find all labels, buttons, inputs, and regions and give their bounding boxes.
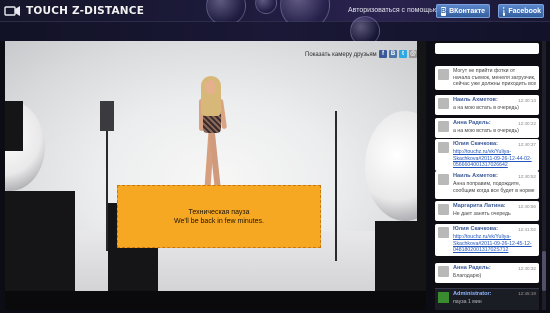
chat-message (435, 43, 539, 54)
message-time: 12:40:32 (518, 266, 536, 271)
avatar (438, 98, 449, 109)
logo[interactable]: TOUCH Z-DISTANCE (4, 4, 144, 18)
logo-icon (4, 4, 22, 18)
model-face (205, 80, 216, 94)
pause-subtitle: We'll be back in few minutes. (174, 217, 264, 225)
chat-message: Анна Радель: 12:40:32 Благодарю) (435, 263, 539, 283)
avatar (438, 69, 449, 80)
message-author[interactable]: Юлия Скачкова: (453, 141, 498, 148)
avatar (438, 266, 449, 277)
chat-message: Наиль Ахметов: 12:40:13 а на мою встать … (435, 95, 539, 115)
light-stand-right (335, 111, 337, 261)
top-bar: TOUCH Z-DISTANCE Авторизоваться с помощь… (0, 0, 550, 30)
message-time: 12:40:22 (518, 121, 536, 126)
vk-login-label: ВКонтакте (449, 7, 486, 15)
chat-panel: Могут не прийти фотки от начала съемок, … (432, 41, 546, 310)
facebook-icon[interactable]: f (379, 50, 387, 58)
message-time: 12:40:56 (518, 204, 536, 209)
message-time: 12:40:13 (518, 98, 536, 103)
message-body: а на мою встать в очередь) (453, 105, 519, 111)
header-band (0, 16, 550, 46)
message-time: 12:41:02 (518, 227, 536, 232)
message-body: Благодарю) (453, 273, 482, 279)
message-author[interactable]: Анна Радель: (453, 120, 491, 127)
twitter-icon[interactable]: t (399, 50, 407, 58)
message-time: 12:40:52 (518, 174, 536, 179)
avatar (438, 174, 449, 185)
message-author[interactable]: Маргарита Латина: (453, 203, 506, 210)
technical-pause-notice: Техническая пауза We'll be back in few m… (117, 185, 321, 248)
equipment-right-edge (417, 41, 426, 291)
avatar (438, 204, 449, 215)
message-link[interactable]: http://touchz.ru/vk/Yuliya- Skachkova#20… (453, 149, 537, 169)
message-author[interactable]: Наиль Ахметов: (453, 97, 498, 104)
avatar (438, 142, 449, 153)
chat-message: Анна Радель: 12:40:22 а на мою встать в … (435, 118, 539, 138)
video-stream[interactable]: Показать камеру друзьям f B t @ Техничес… (5, 41, 426, 291)
equipment-left-top (5, 101, 23, 151)
email-icon[interactable]: @ (409, 50, 417, 58)
show-camera-to-friends-link[interactable]: Показать камеру друзьям (305, 51, 377, 59)
pause-title: Техническая пауза (188, 208, 250, 216)
vk-icon[interactable]: B (389, 50, 397, 58)
login-prompt: Авторизоваться с помощью (348, 7, 439, 14)
chat-scrollbar[interactable] (542, 41, 546, 310)
message-time: 12:45:19 (518, 291, 536, 296)
vk-icon: В (441, 6, 447, 16)
message-author[interactable]: Юлия Скачкова: (453, 226, 498, 233)
message-link[interactable]: http://touchz.ru/vk/Yuliya- Skachkova#20… (453, 234, 537, 254)
message-author: Administrator: (453, 291, 492, 297)
facebook-icon: f (503, 6, 506, 16)
chat-message: Юлия Скачкова: 12:40:37 http://touchz.ru… (435, 139, 539, 171)
avatar (438, 121, 449, 132)
message-body: Могут не прийти фотки от начала съемок, … (453, 68, 537, 88)
chat-message: Могут не прийти фотки от начала съемок, … (435, 66, 539, 90)
message-body: а на мою встать в очередь) (453, 128, 519, 134)
chat-message: Юлия Скачкова: 12:41:02 http://touchz.ru… (435, 224, 539, 256)
facebook-login-button[interactable]: f Facebook (498, 4, 544, 18)
message-time: 12:40:37 (518, 142, 536, 147)
admin-message: Administrator: 12:45:19 пауза 1 мин (435, 288, 539, 310)
logo-text: TOUCH Z-DISTANCE (26, 5, 145, 17)
facebook-login-label: Facebook (508, 7, 542, 15)
equipment-left (5, 191, 75, 291)
light-stand-head (100, 101, 114, 131)
vk-login-button[interactable]: В ВКонтакте (436, 4, 490, 18)
chat-message: Маргарита Латина: 12:40:56 Не дает занят… (435, 201, 539, 221)
message-body: Не дает занять очередь (453, 211, 511, 217)
message-author[interactable]: Анна Радель: (453, 265, 491, 272)
message-author[interactable]: Наиль Ахметов: (453, 173, 498, 180)
chat-scrollbar-thumb[interactable] (542, 251, 546, 291)
message-body: пауза 1 мин (453, 299, 482, 305)
avatar (438, 227, 449, 238)
admin-avatar (438, 292, 449, 303)
chat-message: Наиль Ахметов: 12:40:52 Анна поправим, п… (435, 171, 539, 199)
message-body: Анна поправим, подождите, сообщим когда … (453, 181, 535, 194)
decor-bubble (255, 0, 277, 14)
share-icons: f B t @ (379, 50, 417, 58)
video-controls-bar (5, 291, 426, 310)
